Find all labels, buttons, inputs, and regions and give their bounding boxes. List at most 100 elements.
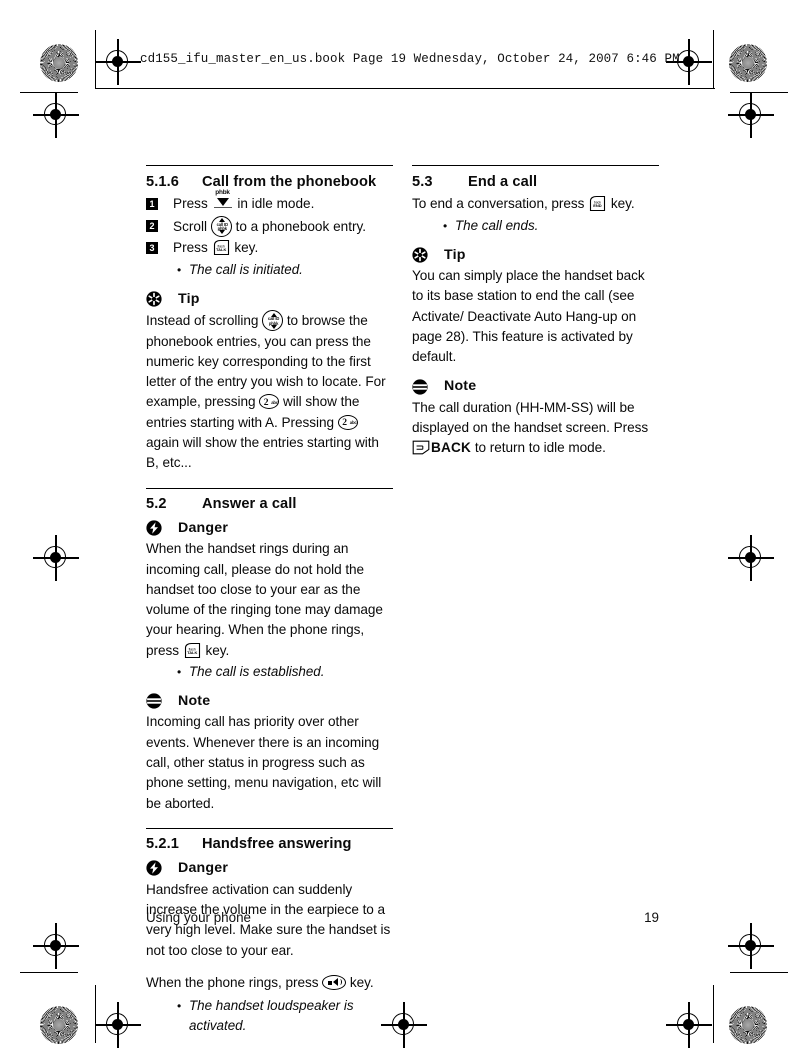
phbk-key-label: phbk <box>215 189 230 197</box>
handsfree-ring-paragraph: When the phone rings, press key. <box>146 973 393 993</box>
bullet-text: The handset loudspeaker is activated. <box>189 998 354 1034</box>
numeric-key-2-icon: 2 abc <box>259 394 280 410</box>
density-star-mark-top-right <box>729 44 767 82</box>
callout-tip-heading: Tip <box>146 289 393 309</box>
bullet-text: The call is established. <box>189 664 325 680</box>
bullet-text: The call is initiated. <box>189 261 303 277</box>
heading-number: 5.2 <box>146 495 167 512</box>
callout-danger-heading: Danger <box>146 518 393 538</box>
step-number: 2 <box>146 219 158 232</box>
bullet-dot: • <box>177 999 182 1014</box>
scroll-key-icon: call ID phbk <box>210 215 232 237</box>
callout-label: Note <box>444 378 477 395</box>
section-rule-52 <box>146 487 393 489</box>
danger-icon <box>146 860 162 877</box>
crop-line-right-vertical-bottom <box>713 985 715 1043</box>
ring-text-part2: key. <box>349 974 374 990</box>
down-arrow-icon <box>219 230 226 235</box>
bullet-item: • The handset loudspeaker is activated. <box>146 996 393 1036</box>
phbk-key-icon: phbk <box>212 189 234 211</box>
callout-label: Danger <box>178 519 229 536</box>
tip-paragraph-53: You can simply place the handset back to… <box>412 268 645 365</box>
bullet-item: • The call ends. <box>412 216 659 236</box>
registration-mark-mid-right <box>728 535 774 581</box>
step-item: 1 Press phbk in idle mode. <box>146 189 393 215</box>
note-text-part1: The call duration (HH-MM-SS) will be dis… <box>412 399 649 436</box>
registration-mark-mid-right-upper <box>728 92 774 138</box>
callout-note-heading: Note <box>146 691 393 711</box>
down-arrow-icon <box>270 324 277 329</box>
step-text-pre: Press <box>173 240 208 256</box>
density-star-mark-bottom-left <box>40 1006 78 1044</box>
step-text: Scroll call ID phbk to a phonebook entry… <box>173 215 393 238</box>
density-star-mark-top-left <box>40 44 78 82</box>
tip-text-part1: Instead of scrolling <box>146 313 259 329</box>
heading-number: 5.1.6 <box>146 174 179 191</box>
step-text: Press phbk in idle mode. <box>173 189 393 215</box>
step-number: 1 <box>146 198 158 211</box>
numeric-key-letters: abc <box>349 420 357 426</box>
svg-text:TALK: TALK <box>216 247 226 252</box>
tip-paragraph: Instead of scrolling call ID phbk to bro… <box>146 310 393 473</box>
end-call-paragraph: To end a conversation, press back END ke… <box>412 194 659 214</box>
registration-mark-bottom-right <box>666 1002 712 1048</box>
note-text-part2: to return to idle mode. <box>474 440 606 456</box>
registration-mark-mid-left <box>33 535 79 581</box>
manual-page: cd155_ifu_master_en_us.book Page 19 Wedn… <box>0 0 808 1064</box>
left-text-column: 5.1.6 Call from the phonebook 1 Press ph… <box>146 165 393 1036</box>
step-item: 2 Scroll call ID phbk to a phonebook ent… <box>146 215 393 238</box>
note-icon <box>146 693 162 709</box>
step-text-post: key. <box>234 240 259 256</box>
heading-title: Handsfree answering <box>202 836 352 853</box>
book-file-header: cd155_ifu_master_en_us.book Page 19 Wedn… <box>140 52 680 66</box>
bullet-dot: • <box>443 218 448 233</box>
svg-text:TALK: TALK <box>187 650 197 655</box>
back-softkey-icon <box>412 440 430 455</box>
bullet-item: • The call is initiated. <box>146 260 393 280</box>
down-arrow-icon <box>216 198 229 207</box>
section-rule-521 <box>146 827 393 830</box>
tip-icon <box>412 247 428 263</box>
step-text-pre: Press <box>173 196 208 212</box>
danger-paragraph-52: When the handset rings during an incomin… <box>146 539 393 661</box>
talk-key-icon: flash TALK <box>212 239 231 256</box>
registration-mark-lower-left <box>33 923 79 969</box>
scroll-key-icon: call ID phbk <box>262 310 284 332</box>
bullet-dot: • <box>177 262 182 277</box>
heading-number: 5.2.1 <box>146 836 179 853</box>
heading-5-2: 5.2 Answer a call <box>146 495 393 514</box>
tip-text-part4: again will show the entries starting wit… <box>146 434 379 471</box>
registration-mark-lower-right <box>728 923 774 969</box>
tip-icon <box>146 291 162 307</box>
end-call-text-part1: To end a conversation, press <box>412 196 585 212</box>
footer-page-number: 19 <box>644 910 659 925</box>
page-footer: Using your phone 19 <box>146 910 659 925</box>
callout-label: Danger <box>178 860 229 877</box>
callout-label: Note <box>178 693 211 710</box>
heading-number: 5.3 <box>412 174 433 191</box>
note-paragraph-52: Incoming call has priority over other ev… <box>146 714 382 811</box>
note-icon <box>412 379 428 395</box>
end-key-icon: back END <box>588 195 607 212</box>
footer-chapter-title: Using your phone <box>146 910 251 925</box>
danger-text-part2: key. <box>205 642 230 658</box>
step-text-post: in idle mode. <box>237 196 315 212</box>
svg-text:END: END <box>593 203 601 208</box>
step-number: 3 <box>146 242 158 255</box>
section-rule-516 <box>146 165 393 167</box>
crop-line-left-horizontal-bottom <box>20 972 78 974</box>
header-rule <box>95 88 715 89</box>
ring-text-part1: When the phone rings, press <box>146 974 319 990</box>
loudspeaker-key-icon <box>322 974 347 990</box>
registration-mark-mid-left-upper <box>33 92 79 138</box>
callout-label: Tip <box>444 246 466 263</box>
density-star-mark-bottom-right <box>729 1006 767 1044</box>
right-text-column: 5.3 End a call To end a conversation, pr… <box>412 165 659 459</box>
step-text-post: to a phonebook entry. <box>235 218 367 234</box>
bullet-dot: • <box>177 665 182 680</box>
bullet-item: • The call is established. <box>146 662 393 682</box>
danger-icon <box>146 520 162 536</box>
bullet-text: The call ends. <box>455 217 539 233</box>
heading-5-2-1: 5.2.1 Handsfree answering <box>146 835 393 854</box>
registration-mark-top-left <box>95 39 141 85</box>
